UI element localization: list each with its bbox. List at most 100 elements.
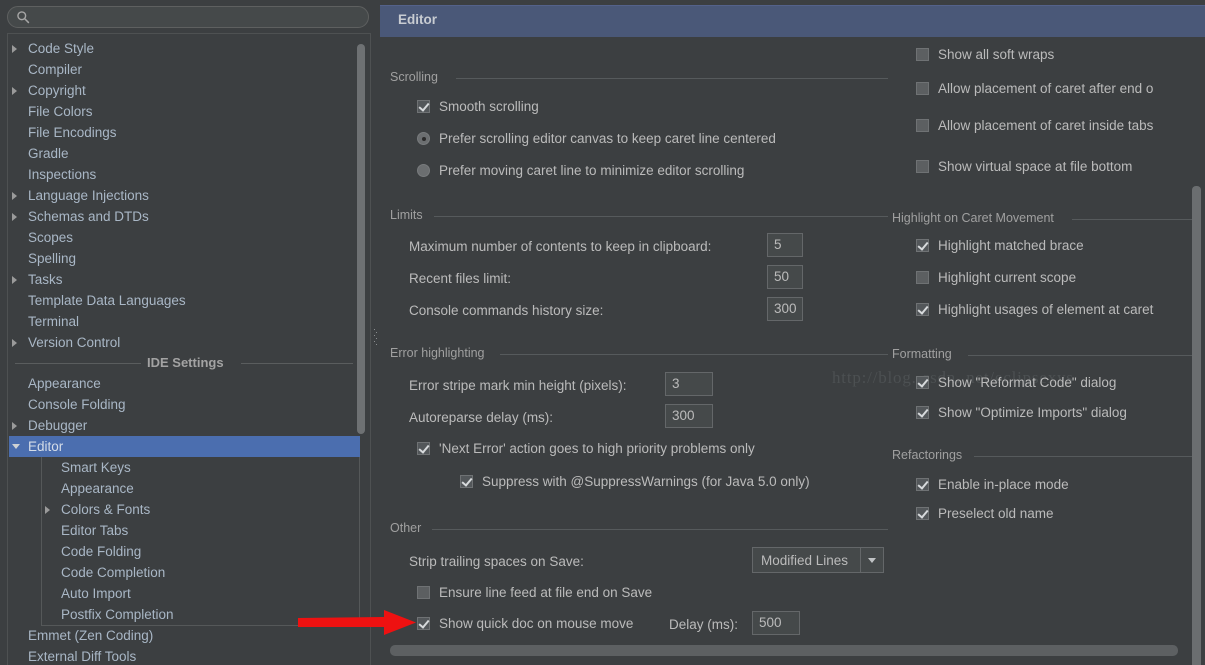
group-limits-title: Limits: [390, 208, 429, 222]
sidebar-item-colors-fonts[interactable]: Colors & Fonts: [9, 499, 360, 520]
virtual-space-checkbox-icon[interactable]: [916, 160, 929, 173]
sidebar-item-tasks[interactable]: Tasks: [9, 269, 360, 290]
group-scrolling-line: [456, 78, 888, 79]
chevron-right-icon[interactable]: [12, 339, 17, 347]
autoreparse-delay-value: 300: [672, 408, 695, 423]
show-all-soft-wraps-checkbox-icon[interactable]: [916, 48, 929, 61]
console-history-field[interactable]: 300: [767, 297, 803, 321]
sidebar-item-smart-keys[interactable]: Smart Keys: [9, 457, 360, 478]
next-error-checkbox-icon[interactable]: [417, 442, 430, 455]
suppress-warnings-checkbox-icon[interactable]: [460, 475, 473, 488]
sidebar-item-scopes[interactable]: Scopes: [9, 227, 360, 248]
chevron-right-icon[interactable]: [45, 506, 50, 514]
error-stripe-height-field[interactable]: 3: [665, 372, 713, 396]
sidebar-item-editor-tabs[interactable]: Editor Tabs: [9, 520, 360, 541]
chevron-right-icon[interactable]: [12, 45, 17, 53]
highlight-matched-brace-label: Highlight matched brace: [938, 238, 1084, 253]
highlight-usages-checkbox-icon[interactable]: [916, 303, 929, 316]
smooth-scrolling-checkbox-icon[interactable]: [417, 100, 430, 113]
show-quick-doc-label: Show quick doc on mouse move: [439, 616, 634, 631]
sidebar-item-compiler[interactable]: Compiler: [9, 59, 360, 80]
next-error-label: 'Next Error' action goes to high priorit…: [439, 441, 755, 456]
clipboard-limit-label: Maximum number of contents to keep in cl…: [409, 239, 712, 254]
sidebar-item-code-folding[interactable]: Code Folding: [9, 541, 360, 562]
sidebar-item-template-data-languages[interactable]: Template Data Languages: [9, 290, 360, 311]
sidebar-item-label: Appearance: [61, 481, 134, 496]
sidebar-item-label: Gradle: [28, 146, 69, 161]
chevron-down-icon[interactable]: [860, 548, 883, 572]
chevron-right-icon[interactable]: [12, 422, 17, 430]
detail-horizontal-scrollbar-thumb[interactable]: [390, 645, 1178, 656]
caret-inside-tabs-checkbox-icon[interactable]: [916, 119, 929, 132]
highlight-usages-label: Highlight usages of element at caret: [938, 302, 1154, 317]
strip-trailing-dropdown[interactable]: Modified Lines: [752, 547, 884, 573]
sidebar-item-debugger[interactable]: Debugger: [9, 415, 360, 436]
enable-in-place-mode-checkbox-icon[interactable]: [916, 478, 929, 491]
settings-dialog: Code Style Compiler Copyright File Colors Fi…: [0, 0, 1205, 665]
prefer-moving-caret-radio-icon[interactable]: [417, 164, 430, 177]
recent-files-limit-field[interactable]: 50: [767, 265, 803, 289]
sidebar-item-console-folding[interactable]: Console Folding: [9, 394, 360, 415]
sidebar-item-copyright[interactable]: Copyright: [9, 80, 360, 101]
sidebar-item-label: Language Injections: [28, 188, 149, 203]
sidebar-item-gradle[interactable]: Gradle: [9, 143, 360, 164]
sidebar-item-editor[interactable]: Editor: [9, 436, 360, 457]
search-input[interactable]: [35, 8, 359, 28]
sidebar-item-version-control[interactable]: Version Control: [9, 332, 360, 353]
separator-line-left: [15, 363, 141, 364]
sidebar-item-emmet-zen-coding[interactable]: Emmet (Zen Coding): [9, 625, 360, 646]
sidebar-item-label: File Colors: [28, 104, 93, 119]
sidebar-scrollbar-track[interactable]: [357, 35, 368, 664]
show-optimize-imports-label: Show "Optimize Imports" dialog: [938, 405, 1127, 420]
show-quick-doc-checkbox-icon[interactable]: [417, 617, 430, 630]
sidebar-item-label: Debugger: [28, 418, 88, 433]
sidebar-item-appearance[interactable]: Appearance: [9, 373, 360, 394]
group-highlight-caret-title: Highlight on Caret Movement: [892, 211, 1060, 225]
quick-doc-delay-field[interactable]: 500: [752, 611, 800, 635]
sidebar-item-terminal[interactable]: Terminal: [9, 311, 360, 332]
highlight-current-scope-checkbox-icon[interactable]: [916, 271, 929, 284]
clipboard-limit-field[interactable]: 5: [767, 233, 803, 257]
group-formatting-title: Formatting: [892, 347, 958, 361]
sidebar-item-appearance[interactable]: Appearance: [9, 478, 360, 499]
sidebar-item-spelling[interactable]: Spelling: [9, 248, 360, 269]
suppress-warnings-label: Suppress with @SuppressWarnings (for Jav…: [482, 474, 810, 489]
sidebar-item-file-encodings[interactable]: File Encodings: [9, 122, 360, 143]
sidebar-scrollbar-thumb[interactable]: [357, 44, 365, 434]
chevron-right-icon[interactable]: [12, 276, 17, 284]
chevron-right-icon[interactable]: [12, 213, 17, 221]
group-highlight-caret-line: [1072, 219, 1192, 220]
sidebar-item-code-style[interactable]: Code Style: [9, 38, 360, 59]
sidebar-item-label: Colors & Fonts: [61, 502, 151, 517]
chevron-right-icon[interactable]: [12, 192, 17, 200]
sidebar-item-schemas-and-dtds[interactable]: Schemas and DTDs: [9, 206, 360, 227]
autoreparse-delay-field[interactable]: 300: [665, 404, 713, 428]
pane-splitter[interactable]: [372, 0, 380, 665]
sidebar-item-file-colors[interactable]: File Colors: [9, 101, 360, 122]
sidebar-item-auto-import[interactable]: Auto Import: [9, 583, 360, 604]
show-reformat-dialog-checkbox-icon[interactable]: [916, 376, 929, 389]
sidebar-group-separator-label: IDE Settings: [147, 355, 224, 370]
sidebar-item-inspections[interactable]: Inspections: [9, 164, 360, 185]
group-refactorings-line: [974, 456, 1192, 457]
preselect-old-name-checkbox-icon[interactable]: [916, 507, 929, 520]
sidebar-item-label: Smart Keys: [61, 460, 131, 475]
chevron-right-icon[interactable]: [12, 87, 17, 95]
caret-after-end-checkbox-icon[interactable]: [916, 82, 929, 95]
group-refactorings-title: Refactorings: [892, 448, 969, 462]
show-optimize-imports-checkbox-icon[interactable]: [916, 406, 929, 419]
show-reformat-dialog-label: Show "Reformat Code" dialog: [938, 375, 1117, 390]
chevron-down-icon[interactable]: [12, 444, 20, 449]
sidebar-item-label: Emmet (Zen Coding): [28, 628, 154, 643]
sidebar-item-postfix-completion[interactable]: Postfix Completion: [9, 604, 360, 625]
separator-line-right: [241, 363, 353, 364]
highlight-matched-brace-checkbox-icon[interactable]: [916, 239, 929, 252]
sidebar-item-language-injections[interactable]: Language Injections: [9, 185, 360, 206]
ensure-line-feed-checkbox-icon[interactable]: [417, 586, 430, 599]
sidebar-item-external-diff-tools[interactable]: External Diff Tools: [9, 646, 360, 665]
settings-detail-pane: Editor http://blog. csdn. net/eclipsexys…: [380, 0, 1205, 665]
prefer-scrolling-canvas-radio-icon[interactable]: [417, 132, 430, 145]
sidebar-item-code-completion[interactable]: Code Completion: [9, 562, 360, 583]
detail-vertical-scrollbar-thumb[interactable]: [1192, 186, 1201, 665]
settings-tree[interactable]: Code Style Compiler Copyright File Colors Fi…: [7, 33, 371, 665]
